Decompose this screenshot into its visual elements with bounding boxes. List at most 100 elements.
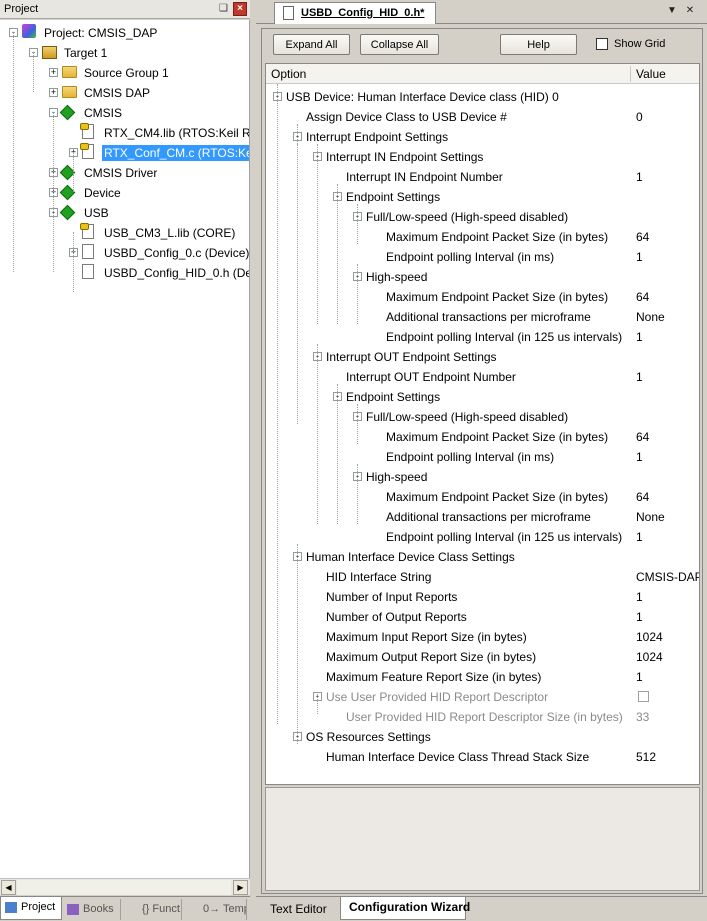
option-row[interactable]: Additional transactions per microframe No… xyxy=(266,506,699,526)
tree-item[interactable]: - Project: CMSIS_DAP xyxy=(0,22,249,42)
component-icon xyxy=(59,104,76,121)
option-row[interactable]: Interrupt IN Endpoint Number 1 xyxy=(266,166,699,186)
option-label: USB Device: Human Interface Device class… xyxy=(286,90,559,104)
help-button[interactable]: Help xyxy=(500,34,577,55)
close-icon[interactable]: × xyxy=(233,2,247,16)
option-value[interactable]: 64 xyxy=(636,489,649,505)
option-value[interactable]: 1 xyxy=(636,369,643,385)
tree-item[interactable]: + USBD_Config_0.c (Device) xyxy=(0,242,249,262)
option-value[interactable]: 64 xyxy=(636,229,649,245)
option-row[interactable]: - High-speed xyxy=(266,466,699,486)
tab-text-editor[interactable]: Text Editor xyxy=(262,899,342,920)
option-row[interactable]: - Full/Low-speed (High-speed disabled) xyxy=(266,406,699,426)
option-value[interactable]: None xyxy=(636,509,665,525)
close-document-icon[interactable]: ✕ xyxy=(684,5,696,17)
document-tab[interactable]: USBD_Config_HID_0.h* xyxy=(274,2,436,24)
expand-icon[interactable]: + xyxy=(49,68,58,77)
option-value[interactable]: 64 xyxy=(636,289,649,305)
option-value[interactable]: 1 xyxy=(636,449,643,465)
option-checkbox[interactable] xyxy=(638,691,649,702)
expand-icon[interactable]: + xyxy=(49,88,58,97)
option-row[interactable]: - OS Resources Settings xyxy=(266,726,699,746)
option-value[interactable]: 1 xyxy=(636,329,643,345)
option-value[interactable]: CMSIS-DAP xyxy=(636,569,699,585)
scroll-track[interactable] xyxy=(17,880,231,895)
show-grid-checkbox-box[interactable] xyxy=(596,38,608,50)
tab-templates[interactable]: 0→ Temp... xyxy=(183,899,247,920)
option-row[interactable]: Number of Output Reports 1 xyxy=(266,606,699,626)
option-value[interactable]: 1 xyxy=(636,169,643,185)
scroll-left-icon[interactable]: ◀ xyxy=(1,880,16,895)
option-row[interactable]: Maximum Endpoint Packet Size (in bytes) 6… xyxy=(266,286,699,306)
tree-item[interactable]: USBD_Config_HID_0.h (Dev xyxy=(0,262,249,282)
option-row[interactable]: Endpoint polling Interval (in 125 us int… xyxy=(266,526,699,546)
option-value[interactable]: 1024 xyxy=(636,629,663,645)
option-row[interactable]: Maximum Endpoint Packet Size (in bytes) 6… xyxy=(266,226,699,246)
column-divider[interactable] xyxy=(630,66,631,82)
option-value[interactable]: 1 xyxy=(636,529,643,545)
option-row[interactable]: - Full/Low-speed (High-speed disabled) xyxy=(266,206,699,226)
column-header-value[interactable]: Value xyxy=(636,67,666,81)
option-value[interactable]: 33 xyxy=(636,709,649,725)
option-row[interactable]: - Interrupt IN Endpoint Settings xyxy=(266,146,699,166)
collapse-all-button[interactable]: Collapse All xyxy=(360,34,439,55)
tab-dropdown-icon[interactable]: ▼ xyxy=(666,5,678,17)
tree-item[interactable]: + CMSIS Driver xyxy=(0,162,249,182)
horizontal-scrollbar[interactable]: ◀ ▶ xyxy=(0,878,250,895)
option-value[interactable]: 1 xyxy=(636,669,643,685)
option-value[interactable]: 512 xyxy=(636,749,656,765)
option-row[interactable]: Number of Input Reports 1 xyxy=(266,586,699,606)
option-row[interactable]: HID Interface String CMSIS-DAP xyxy=(266,566,699,586)
option-row[interactable]: Endpoint polling Interval (in 125 us int… xyxy=(266,326,699,346)
option-row[interactable]: Maximum Input Report Size (in bytes) 1024 xyxy=(266,626,699,646)
tree-item[interactable]: - CMSIS xyxy=(0,102,249,122)
option-value[interactable]: 1 xyxy=(636,609,643,625)
option-value[interactable]: 0 xyxy=(636,109,643,125)
option-value[interactable]: 1 xyxy=(636,589,643,605)
templates-icon xyxy=(187,904,199,915)
tab-books[interactable]: Books xyxy=(63,899,121,920)
tree-item[interactable]: + Device xyxy=(0,182,249,202)
folder-icon xyxy=(62,66,77,78)
tab-configuration-wizard[interactable]: Configuration Wizard xyxy=(340,897,470,920)
option-row[interactable]: User Provided HID Report Descriptor Size… xyxy=(266,706,699,726)
option-row[interactable]: Maximum Feature Report Size (in bytes) 1 xyxy=(266,666,699,686)
column-header-option[interactable]: Option xyxy=(271,67,306,81)
expand-all-button[interactable]: Expand All xyxy=(273,34,350,55)
option-row[interactable]: Human Interface Device Class Thread Stac… xyxy=(266,746,699,766)
tree-item[interactable]: - Target 1 xyxy=(0,42,249,62)
option-value[interactable]: 64 xyxy=(636,429,649,445)
option-row[interactable]: Assign Device Class to USB Device # 0 xyxy=(266,106,699,126)
option-value[interactable]: 1024 xyxy=(636,649,663,665)
tab-project-tab[interactable]: Project xyxy=(0,897,62,920)
option-row[interactable]: Endpoint polling Interval (in ms) 1 xyxy=(266,446,699,466)
option-row[interactable]: Maximum Endpoint Packet Size (in bytes) 6… xyxy=(266,486,699,506)
option-row[interactable]: - High-speed xyxy=(266,266,699,286)
tree-item[interactable]: + Source Group 1 xyxy=(0,62,249,82)
option-row[interactable]: Maximum Endpoint Packet Size (in bytes) 6… xyxy=(266,426,699,446)
tab-functions[interactable]: {} Funct... xyxy=(122,899,182,920)
option-row[interactable]: - Interrupt Endpoint Settings xyxy=(266,126,699,146)
option-row[interactable]: - USB Device: Human Interface Device clas… xyxy=(266,86,699,106)
option-value[interactable]: 1 xyxy=(636,249,643,265)
option-row[interactable]: Additional transactions per microframe No… xyxy=(266,306,699,326)
option-value[interactable]: None xyxy=(636,309,665,325)
option-row[interactable]: - Human Interface Device Class Settings xyxy=(266,546,699,566)
option-row[interactable]: - Endpoint Settings xyxy=(266,186,699,206)
option-row[interactable]: Endpoint polling Interval (in ms) 1 xyxy=(266,246,699,266)
option-row[interactable]: Maximum Output Report Size (in bytes) 102… xyxy=(266,646,699,666)
option-row[interactable]: Interrupt OUT Endpoint Number 1 xyxy=(266,366,699,386)
tree-item[interactable]: - USB xyxy=(0,202,249,222)
tree-item[interactable]: USB_CM3_L.lib (CORE) xyxy=(0,222,249,242)
grid-connector xyxy=(317,694,318,714)
option-label: High-speed xyxy=(366,270,428,284)
tree-item[interactable]: RTX_CM4.lib (RTOS:Keil RT xyxy=(0,122,249,142)
tree-item[interactable]: + CMSIS DAP xyxy=(0,82,249,102)
option-row[interactable]: - Endpoint Settings xyxy=(266,386,699,406)
option-row[interactable]: - Use User Provided HID Report Descriptor xyxy=(266,686,699,706)
scroll-right-icon[interactable]: ▶ xyxy=(233,880,248,895)
tree-item[interactable]: + RTX_Conf_CM.c (RTOS:Keil xyxy=(0,142,249,162)
option-row[interactable]: - Interrupt OUT Endpoint Settings xyxy=(266,346,699,366)
option-label: Endpoint polling Interval (in ms) xyxy=(386,450,555,464)
pin-icon[interactable]: ❑ xyxy=(218,3,229,15)
